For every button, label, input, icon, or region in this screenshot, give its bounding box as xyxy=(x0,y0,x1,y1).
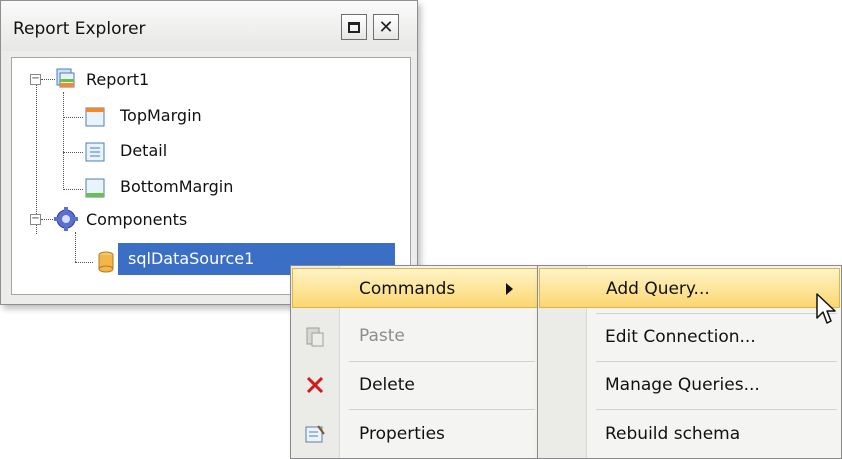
maximize-button[interactable] xyxy=(341,14,367,40)
panel-title: Report Explorer xyxy=(13,19,146,39)
report-expander[interactable]: − xyxy=(30,74,41,85)
tree-node-top-margin[interactable]: TopMargin xyxy=(120,106,202,125)
menu-item-paste[interactable]: Paste xyxy=(292,316,538,356)
detail-icon xyxy=(85,142,105,162)
tree-node-components[interactable]: Components xyxy=(86,210,187,229)
components-expander[interactable]: − xyxy=(30,214,41,225)
paste-icon xyxy=(306,327,324,347)
report-icon xyxy=(56,68,75,88)
close-icon: ✕ xyxy=(378,16,394,38)
close-button[interactable]: ✕ xyxy=(373,14,399,40)
tree-node-bottom-margin[interactable]: BottomMargin xyxy=(120,177,233,196)
report-tree[interactable]: − Report1 TopMargin Detail BottomMargin xyxy=(11,57,411,295)
sql-data-source-label: sqlDataSource1 xyxy=(128,249,255,268)
properties-icon xyxy=(305,425,325,443)
menu-item-delete[interactable]: Delete xyxy=(292,365,538,405)
tree-node-detail[interactable]: Detail xyxy=(120,141,167,160)
menu-item-add-query[interactable]: Add Query... xyxy=(539,268,840,308)
mouse-cursor-icon xyxy=(816,293,836,324)
context-menu: Commands Paste Delete Properties xyxy=(290,265,540,459)
top-margin-icon xyxy=(85,107,105,127)
bottom-margin-icon xyxy=(85,178,105,198)
submenu-arrow-icon xyxy=(506,283,513,295)
maximize-icon xyxy=(348,21,360,33)
commands-submenu: Add Query... Edit Connection... Manage Q… xyxy=(537,265,842,459)
title-bar[interactable]: Report Explorer ✕ xyxy=(1,1,417,51)
menu-item-manage-queries[interactable]: Manage Queries... xyxy=(539,365,840,405)
components-gear-icon xyxy=(54,207,78,231)
delete-icon xyxy=(306,376,324,394)
menu-item-edit-connection[interactable]: Edit Connection... xyxy=(539,317,840,357)
tree-node-report1[interactable]: Report1 xyxy=(86,70,149,89)
database-icon xyxy=(98,251,114,273)
report-explorer-panel: Report Explorer ✕ − Report1 TopMargin De… xyxy=(0,0,418,305)
menu-item-properties[interactable]: Properties xyxy=(292,414,538,454)
menu-item-rebuild-schema[interactable]: Rebuild schema xyxy=(539,414,840,454)
menu-item-commands[interactable]: Commands xyxy=(292,268,538,308)
